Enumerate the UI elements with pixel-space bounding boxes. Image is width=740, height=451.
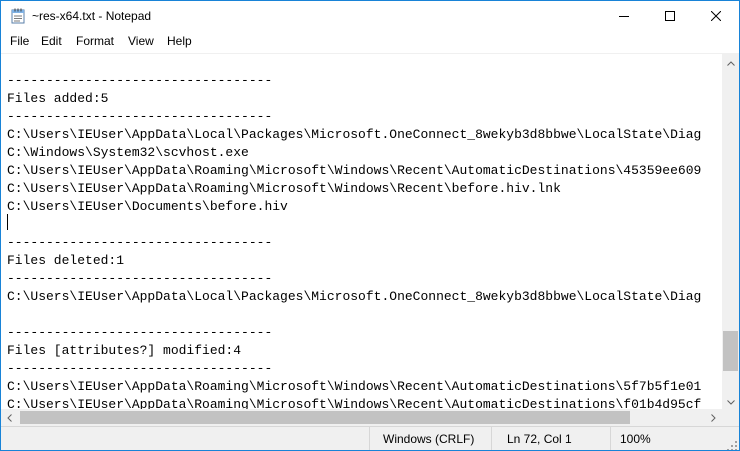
resize-grip-icon[interactable] bbox=[727, 438, 737, 450]
chevron-up-icon bbox=[726, 53, 735, 71]
vertical-scroll-thumb[interactable] bbox=[723, 331, 738, 371]
text-line: C:\Users\IEUser\AppData\Roaming\Microsof… bbox=[7, 181, 561, 196]
text-line: C:\Users\IEUser\AppData\Roaming\Microsof… bbox=[7, 379, 702, 394]
chevron-down-icon bbox=[726, 392, 735, 410]
status-position-cell: Ln 72, Col 1 bbox=[491, 427, 610, 450]
text-line: C:\Users\IEUser\AppData\Local\Packages\M… bbox=[7, 289, 702, 304]
scroll-corner bbox=[722, 409, 739, 426]
minimize-button[interactable] bbox=[601, 1, 647, 31]
status-position: Ln 72, Col 1 bbox=[507, 432, 572, 446]
text-line: C:\Users\IEUser\AppData\Local\Packages\M… bbox=[7, 127, 702, 142]
menu-bar: File Edit Format View Help bbox=[1, 31, 739, 53]
scroll-right-button[interactable] bbox=[705, 409, 722, 426]
text-line: Files [attributes?] modified:4 bbox=[7, 343, 242, 358]
scroll-down-button[interactable] bbox=[722, 392, 739, 409]
chevron-right-icon bbox=[711, 409, 716, 427]
menu-format[interactable]: Format bbox=[76, 34, 114, 48]
status-zoom: 100% bbox=[620, 432, 651, 446]
text-line: C:\Users\IEUser\AppData\Roaming\Microsof… bbox=[7, 163, 702, 178]
text-line: Files deleted:1 bbox=[7, 253, 125, 268]
status-bar: Windows (CRLF) Ln 72, Col 1 100% bbox=[1, 426, 739, 450]
status-line-ending: Windows (CRLF) bbox=[383, 432, 475, 446]
menu-file[interactable]: File bbox=[10, 34, 29, 48]
scroll-left-button[interactable] bbox=[1, 409, 18, 426]
menu-edit[interactable]: Edit bbox=[41, 34, 62, 48]
close-button[interactable] bbox=[693, 1, 739, 31]
text-line: ---------------------------------- bbox=[7, 235, 273, 250]
text-line: ---------------------------------- bbox=[7, 361, 273, 376]
menu-view[interactable]: View bbox=[128, 34, 154, 48]
minimize-icon bbox=[619, 11, 629, 21]
text-line: ---------------------------------- bbox=[7, 325, 273, 340]
status-zoom-cell: 100% bbox=[610, 427, 739, 450]
notepad-icon bbox=[11, 8, 25, 24]
scroll-up-button[interactable] bbox=[722, 53, 739, 70]
text-editor[interactable]: ---------------------------------- Files… bbox=[1, 53, 722, 410]
maximize-button[interactable] bbox=[647, 1, 693, 31]
title-bar[interactable]: ~res-x64.txt - Notepad bbox=[1, 1, 739, 31]
menu-help[interactable]: Help bbox=[167, 34, 192, 48]
close-icon bbox=[711, 11, 721, 21]
text-line: C:\Users\IEUser\Documents\before.hiv bbox=[7, 199, 288, 214]
status-line-ending-cell: Windows (CRLF) bbox=[369, 427, 491, 450]
text-line: ---------------------------------- bbox=[7, 271, 273, 286]
maximize-icon bbox=[665, 11, 675, 21]
horizontal-scroll-thumb[interactable] bbox=[20, 411, 630, 424]
text-line: Files added:5 bbox=[7, 91, 109, 106]
text-line: ---------------------------------- bbox=[7, 73, 273, 88]
text-line: C:\Users\IEUser\AppData\Roaming\Microsof… bbox=[7, 397, 702, 410]
chevron-left-icon bbox=[7, 409, 12, 427]
notepad-window: ~res-x64.txt - Notepad File Edit Format … bbox=[0, 0, 740, 451]
text-caret bbox=[7, 214, 8, 230]
text-line: C:\Windows\System32\scvhost.exe bbox=[7, 145, 249, 160]
text-line: ---------------------------------- bbox=[7, 109, 273, 124]
window-title: ~res-x64.txt - Notepad bbox=[32, 9, 152, 23]
